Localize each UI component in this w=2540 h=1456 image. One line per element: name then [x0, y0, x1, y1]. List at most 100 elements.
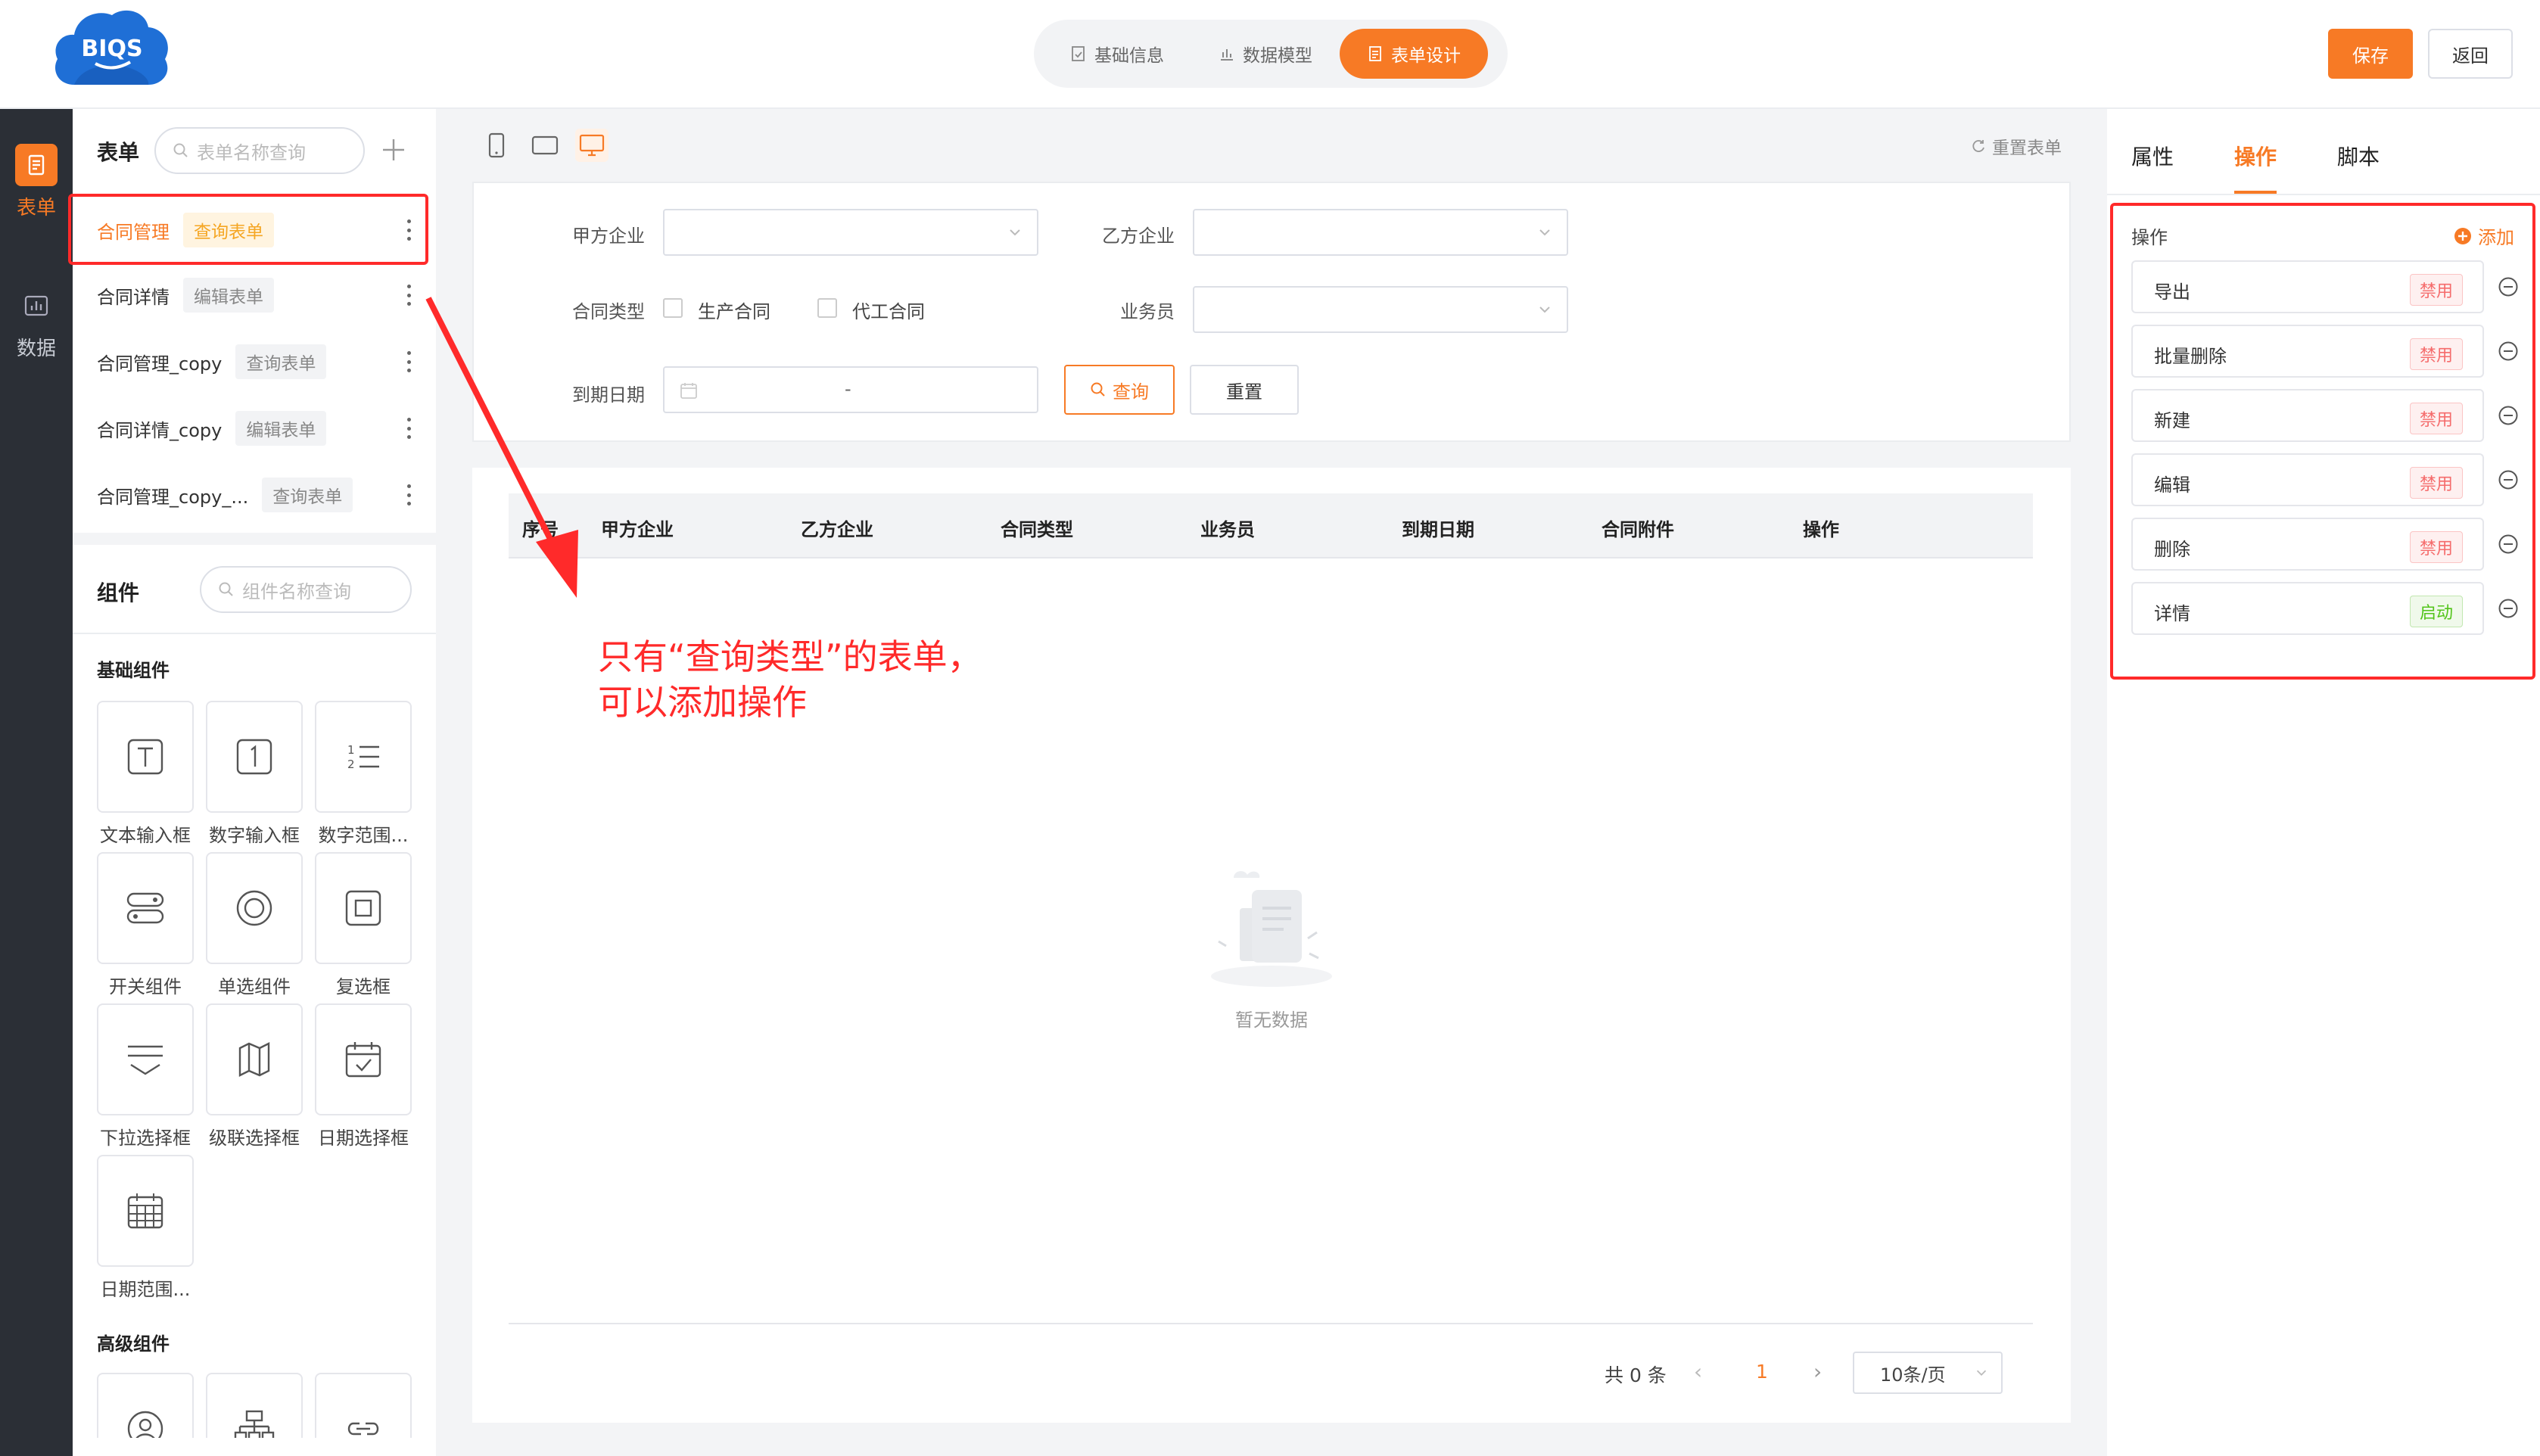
component-text-input[interactable]: 文本输入框: [97, 701, 194, 847]
page-size-select[interactable]: 10条/页: [1853, 1352, 2003, 1394]
step-form-design[interactable]: 表单设计: [1340, 29, 1488, 79]
operation-name: 新建: [2154, 410, 2190, 431]
due-date-range-picker[interactable]: -: [663, 366, 1038, 413]
table-header: 序号 甲方企业 乙方企业 合同类型 业务员 到期日期 合同附件 操作: [509, 493, 2033, 558]
status-badge[interactable]: 禁用: [2409, 467, 2463, 499]
component-label: 级联选择框: [209, 1128, 300, 1149]
basic-components-title: 基础组件: [97, 660, 170, 681]
component-checkbox[interactable]: 复选框: [315, 852, 412, 998]
operation-item[interactable]: 删除 禁用: [2131, 518, 2484, 571]
add-operation-button[interactable]: 添加: [2454, 222, 2514, 249]
form-name: 合同管理_copy: [97, 353, 223, 375]
component-cascader[interactable]: 级联选择框: [206, 1003, 303, 1150]
number-input-icon: [236, 739, 272, 775]
operation-item[interactable]: 详情 启动: [2131, 582, 2484, 635]
component-dropdown[interactable]: 下拉选择框: [97, 1003, 194, 1150]
desktop-view-icon[interactable]: [575, 129, 609, 162]
form-list-item[interactable]: 合同管理_copy 查询表单: [73, 328, 433, 395]
annotation-line: 可以添加操作: [598, 682, 807, 723]
status-badge[interactable]: 禁用: [2409, 531, 2463, 563]
operations-label: 操作: [2131, 227, 2168, 248]
form-list-item[interactable]: 合同详情 编辑表单: [73, 262, 433, 328]
back-button[interactable]: 返回: [2428, 29, 2513, 79]
remove-circle-icon[interactable]: [2498, 534, 2519, 555]
number-range-icon: 12: [347, 743, 379, 771]
tab-operations[interactable]: 操作: [2234, 141, 2277, 171]
reset-form-button[interactable]: 重置表单: [1971, 133, 2062, 159]
tablet-view-icon[interactable]: [528, 129, 562, 162]
date-picker-icon: [345, 1042, 381, 1078]
component-number-input[interactable]: 数字输入框: [206, 701, 303, 847]
operation-item[interactable]: 导出 禁用: [2131, 260, 2484, 313]
component-search-input[interactable]: 组件名称查询: [200, 566, 412, 613]
oem-contract-checkbox[interactable]: [817, 298, 837, 318]
remove-circle-icon[interactable]: [2498, 598, 2519, 619]
annotation-arrow: [425, 297, 578, 598]
remove-circle-icon[interactable]: [2498, 341, 2519, 362]
tab-properties[interactable]: 属性: [2131, 141, 2174, 171]
form-type-tag: 查询表单: [262, 478, 353, 512]
production-contract-checkbox[interactable]: [663, 298, 683, 318]
org-tree-icon: [234, 1410, 275, 1438]
svg-text:1: 1: [347, 743, 355, 757]
party-b-select[interactable]: [1193, 209, 1568, 256]
chevron-left-icon[interactable]: ‹: [1694, 1359, 1702, 1384]
component-number-range[interactable]: 12 数字范围...: [315, 701, 412, 847]
operation-item[interactable]: 批量删除 禁用: [2131, 325, 2484, 378]
checkbox-icon: [345, 890, 381, 926]
column-header: 到期日期: [1402, 519, 1474, 540]
plus-icon[interactable]: [378, 135, 409, 165]
pager-page-number[interactable]: 1: [1756, 1361, 1768, 1383]
form-list-item[interactable]: 合同详情_copy 编辑表单: [73, 395, 433, 462]
form-list-item[interactable]: 合同管理_copy_... 查询表单: [73, 462, 433, 528]
status-badge[interactable]: 禁用: [2409, 403, 2463, 434]
reset-button[interactable]: 重置: [1190, 365, 1299, 415]
step-data-model[interactable]: 数据模型: [1191, 29, 1340, 79]
step-basic-info[interactable]: 基础信息: [1043, 29, 1191, 79]
chevron-right-icon[interactable]: ›: [1813, 1359, 1822, 1384]
component-radio[interactable]: 单选组件: [206, 852, 303, 998]
rail-item-form[interactable]: 表单: [0, 144, 73, 220]
column-header: 合同附件: [1602, 519, 1674, 540]
search-icon: [219, 582, 233, 596]
column-header: 乙方企业: [801, 519, 873, 540]
status-badge[interactable]: 禁用: [2409, 338, 2463, 370]
operation-name: 批量删除: [2154, 346, 2227, 367]
query-button[interactable]: 查询: [1064, 365, 1175, 415]
mobile-view-icon[interactable]: [480, 129, 513, 162]
salesperson-select[interactable]: [1193, 286, 1568, 333]
column-header: 业务员: [1200, 519, 1255, 540]
components-title: 组件: [97, 580, 140, 605]
divider: [509, 1323, 2033, 1324]
calendar-icon: [680, 383, 697, 399]
operation-item[interactable]: 编辑 禁用: [2131, 453, 2484, 506]
form-type-tag: 编辑表单: [235, 411, 327, 446]
operation-item[interactable]: 新建 禁用: [2131, 389, 2484, 442]
column-header: 操作: [1803, 519, 1839, 540]
svg-text:BIQS: BIQS: [81, 36, 142, 62]
remove-circle-icon[interactable]: [2498, 469, 2519, 490]
remove-circle-icon[interactable]: [2498, 405, 2519, 426]
form-search-input[interactable]: 表单名称查询: [154, 127, 365, 174]
component-user[interactable]: [97, 1373, 194, 1438]
component-date-range[interactable]: 日期范围...: [97, 1155, 194, 1301]
component-search-placeholder: 组件名称查询: [242, 580, 351, 602]
page-size-value: 10条/页: [1880, 1364, 1946, 1386]
checkbox-label: 代工合同: [852, 301, 925, 322]
component-date-picker[interactable]: 日期选择框: [315, 1003, 412, 1150]
radio-icon: [236, 890, 272, 926]
status-badge[interactable]: 禁用: [2409, 274, 2463, 306]
tab-script[interactable]: 脚本: [2337, 141, 2380, 171]
component-switch[interactable]: 开关组件: [97, 852, 194, 998]
status-badge[interactable]: 启动: [2409, 596, 2463, 627]
component-label: 日期范围...: [100, 1279, 191, 1300]
component-org-tree[interactable]: [206, 1373, 303, 1438]
remove-circle-icon[interactable]: [2498, 276, 2519, 297]
checkbox-label: 生产合同: [698, 301, 770, 322]
save-button[interactable]: 保存: [2328, 29, 2413, 79]
component-link[interactable]: [315, 1373, 412, 1438]
party-a-select[interactable]: [663, 209, 1038, 256]
rail-item-data[interactable]: 数据: [0, 285, 73, 361]
component-label: 单选组件: [218, 976, 291, 997]
form-name: 合同详情_copy: [97, 419, 223, 441]
